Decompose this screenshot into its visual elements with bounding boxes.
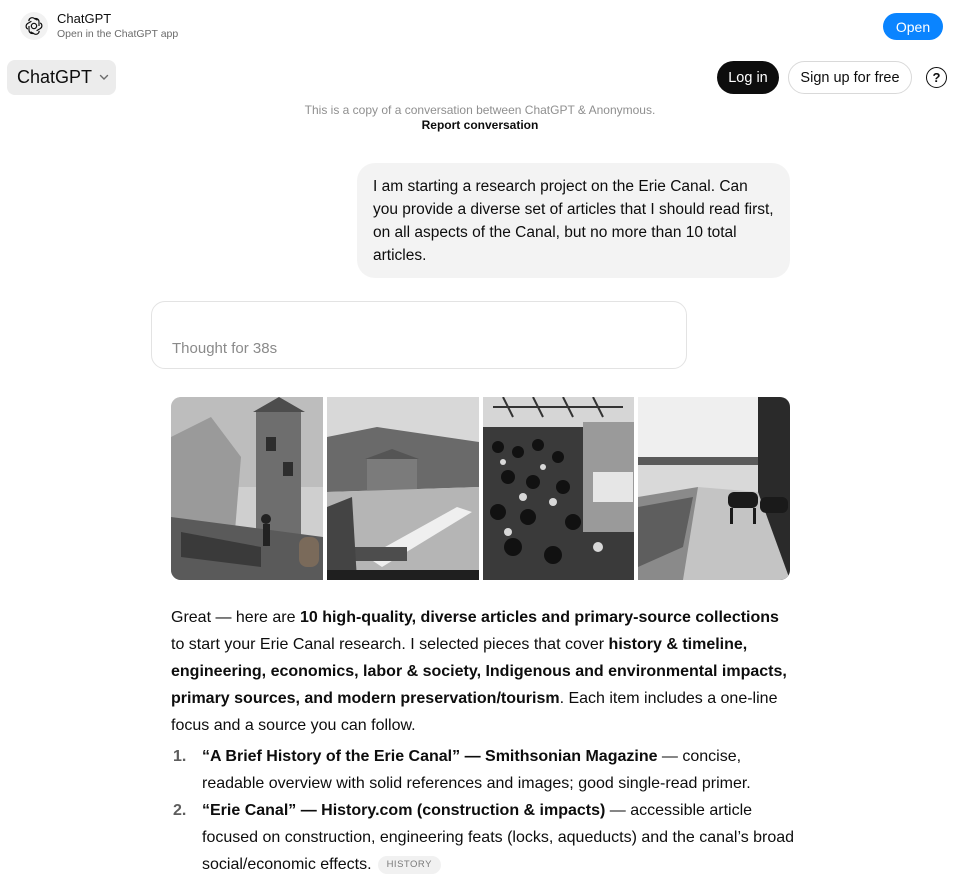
gallery-image-crowd-at-canal-boat[interactable] [482,397,635,580]
answer-text-1: Great — here are [171,609,300,626]
help-icon[interactable]: ? [926,67,947,88]
login-button[interactable]: Log in [717,61,779,94]
banner-app-name: ChatGPT [57,11,112,26]
openai-logo-icon [20,12,48,40]
gallery-image-engraving-lock-house[interactable] [171,397,323,580]
article-list: 1. “A Brief History of the Erie Canal” —… [171,743,796,878]
list-item: 1. “A Brief History of the Erie Canal” —… [171,743,796,797]
help-glyph: ? [932,70,941,85]
image-gallery [171,397,790,580]
shared-copy-notice: This is a copy of a conversation between… [304,103,656,117]
model-switcher[interactable]: ChatGPT [7,60,116,95]
chevron-down-icon [98,67,110,88]
model-label: ChatGPT [17,67,93,87]
source-tag[interactable]: HISTORY [377,856,441,874]
article-title: “Erie Canal” — History.com (construction… [202,802,606,819]
open-app-button[interactable]: Open [883,13,943,40]
signup-button[interactable]: Sign up for free [788,61,912,94]
report-conversation-link[interactable]: Report conversation [0,118,960,132]
gallery-image-towpath-horses-bridge[interactable] [638,397,790,580]
list-item: 2. “Erie Canal” — History.com (construct… [171,797,796,878]
thought-duration: Thought for 38s [172,340,278,357]
banner-subtitle: Open in the ChatGPT app [57,28,179,40]
list-item-number: 1. [173,748,187,765]
article-title: “A Brief History of the Erie Canal” — Sm… [202,748,658,765]
app-banner: ChatGPT Open in the ChatGPT app Open [0,0,960,52]
user-message-bubble: I am starting a research project on the … [357,163,790,278]
gallery-image-canal-aqueduct-river[interactable] [326,397,479,580]
thought-panel[interactable]: Thought for 38s [151,301,687,369]
list-item-number: 2. [173,802,187,819]
answer-bold-1: 10 high-quality, diverse articles and pr… [299,609,779,626]
assistant-answer-intro: Great — here are 10 high-quality, divers… [171,604,796,739]
answer-text-2: to start your Erie Canal research. I sel… [171,636,609,653]
